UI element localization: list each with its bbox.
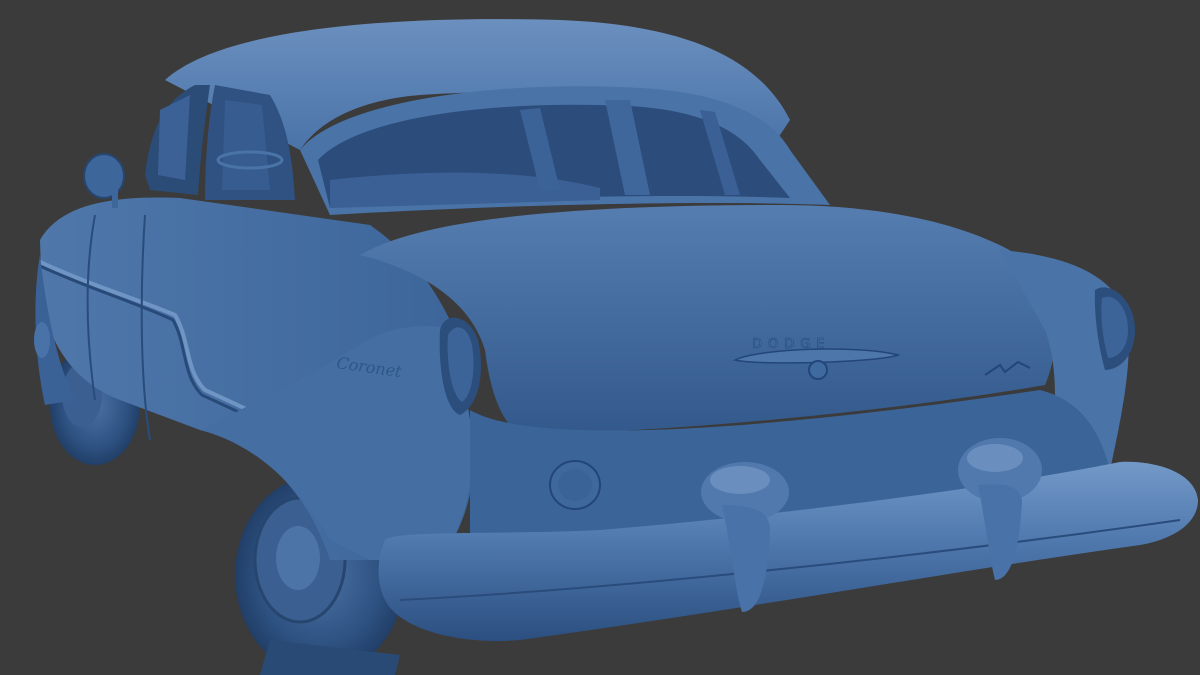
car-render: DODGE Coronet bbox=[0, 0, 1200, 675]
fuel-cap bbox=[549, 460, 601, 510]
brand-emblem: DODGE bbox=[752, 337, 831, 352]
emblem-badge bbox=[808, 360, 828, 380]
front-light-edge bbox=[34, 322, 50, 358]
render-viewport: DODGE Coronet bbox=[0, 0, 1200, 675]
